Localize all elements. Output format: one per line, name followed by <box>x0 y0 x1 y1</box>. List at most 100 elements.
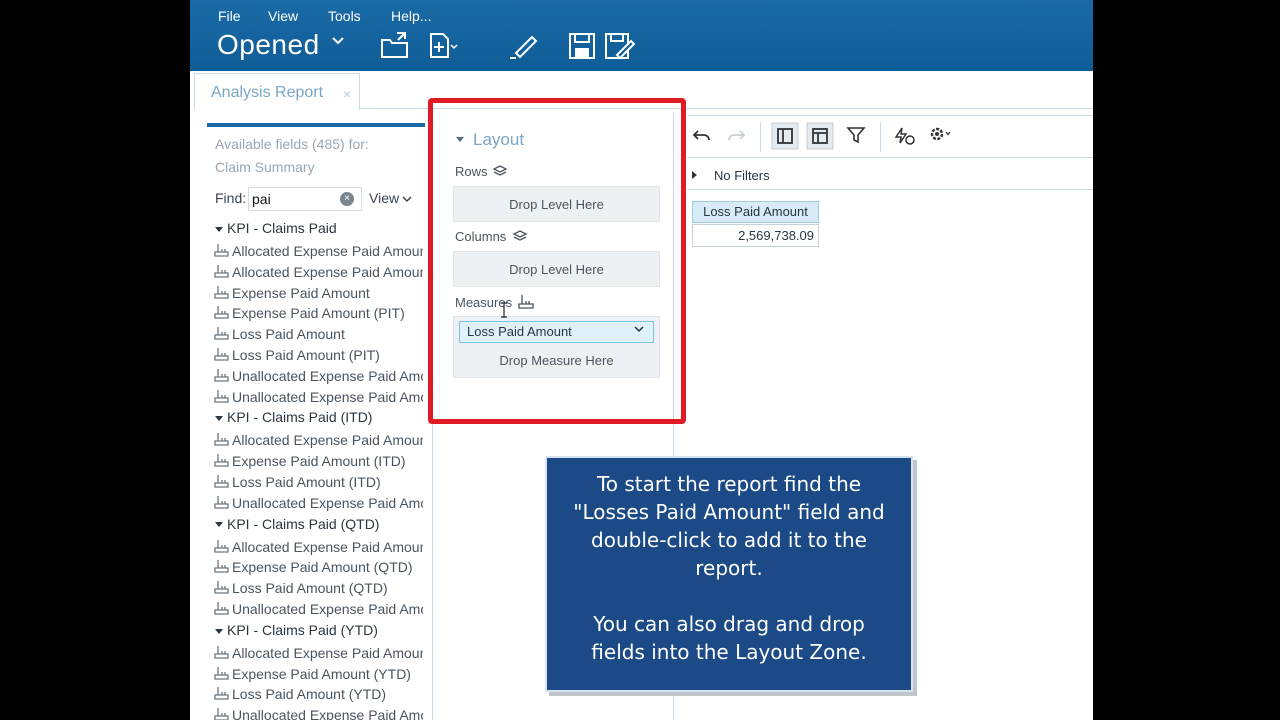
field-item[interactable]: Expense Paid Amount <box>213 285 423 301</box>
callout-line: double-click to add it to the <box>591 528 867 552</box>
field-item-label: Allocated Expense Paid Amount (PIT) <box>232 263 423 280</box>
menu-file[interactable]: File <box>218 8 241 24</box>
field-group-header[interactable]: KPI - Claims Paid (YTD) <box>215 622 378 638</box>
field-item-label: Unallocated Expense Paid Amount <box>232 367 423 384</box>
table-icon[interactable] <box>806 122 834 150</box>
field-item[interactable]: Loss Paid Amount <box>213 326 423 342</box>
undo-icon[interactable] <box>692 125 712 145</box>
chevron-down-icon[interactable] <box>402 196 412 203</box>
expand-filters-icon[interactable] <box>692 171 697 179</box>
field-item-label: Allocated Expense Paid Amount <box>232 243 423 259</box>
callout-line: "Losses Paid Amount" field and <box>573 500 885 524</box>
new-file-icon[interactable] <box>428 31 460 61</box>
chevron-down-icon[interactable] <box>331 36 345 46</box>
filters-divider <box>687 189 1093 190</box>
field-item[interactable]: Allocated Expense Paid Amount (QTD) <box>213 539 423 555</box>
field-item[interactable]: Unallocated Expense Paid Amount (QTD) <box>213 601 423 617</box>
collapse-triangle-icon[interactable] <box>215 628 223 634</box>
measure-ruler-icon <box>214 602 229 615</box>
callout-line: report. <box>695 556 763 580</box>
field-group-header[interactable]: KPI - Claims Paid <box>215 220 337 236</box>
gear-icon[interactable] <box>928 125 954 145</box>
field-item[interactable]: Expense Paid Amount (ITD) <box>213 453 423 469</box>
redo-icon[interactable] <box>726 125 746 145</box>
field-item[interactable]: Unallocated Expense Paid Amount <box>213 368 423 384</box>
layout-toggle-icon[interactable] <box>771 122 799 150</box>
report-column-header[interactable]: Loss Paid Amount <box>692 201 819 223</box>
field-item-label: Allocated Expense Paid Amount (YTD) <box>232 644 423 661</box>
available-fields-title: Available fields (485) for: <box>215 136 369 152</box>
find-label: Find: <box>215 190 247 206</box>
clear-search-icon[interactable]: × <box>340 192 354 206</box>
field-item-label: Loss Paid Amount <box>232 326 345 343</box>
save-icon[interactable] <box>567 31 599 61</box>
field-item[interactable]: Loss Paid Amount (QTD) <box>213 580 423 596</box>
field-item[interactable]: Expense Paid Amount (QTD) <box>213 559 423 575</box>
field-item-label: Loss Paid Amount (YTD) <box>232 686 387 703</box>
collapse-triangle-icon[interactable] <box>215 226 223 232</box>
field-group-header[interactable]: KPI - Claims Paid (ITD) <box>215 409 372 425</box>
close-icon[interactable]: × <box>343 86 351 102</box>
field-item[interactable]: Loss Paid Amount (YTD) <box>213 686 423 702</box>
measure-ruler-icon <box>214 368 229 382</box>
field-item[interactable]: Allocated Expense Paid Amount (YTD) <box>213 645 423 661</box>
refresh-settings-icon[interactable] <box>892 125 916 147</box>
toolbar-separator <box>880 122 881 152</box>
report-top-line <box>687 108 1093 109</box>
measure-ruler-icon <box>214 389 229 403</box>
measure-ruler-icon <box>214 454 229 467</box>
callout-gap <box>547 582 911 610</box>
field-item-label: Expense Paid Amount (ITD) <box>232 453 406 470</box>
field-item[interactable]: Allocated Expense Paid Amount (ITD) <box>213 432 423 448</box>
field-item-label: Unallocated Expense Paid Amount (YTD) <box>232 707 423 720</box>
measure-ruler-icon <box>214 306 229 320</box>
menu-view[interactable]: View <box>268 8 298 24</box>
field-item-label: Allocated Expense Paid Amount (QTD) <box>232 538 423 555</box>
collapse-triangle-icon[interactable] <box>215 416 223 422</box>
measure-ruler-icon <box>214 475 229 488</box>
field-source-name: Claim Summary <box>215 159 315 175</box>
callout-line: To start the report find the <box>596 472 862 496</box>
field-group-label: KPI - Claims Paid <box>227 220 337 236</box>
field-item[interactable]: Unallocated Expense Paid Amount (ITD) <box>213 495 423 511</box>
measure-ruler-icon <box>214 348 229 361</box>
layout-highlight-box <box>428 98 686 424</box>
measure-ruler-icon <box>214 327 229 340</box>
menu-tools[interactable]: Tools <box>328 8 361 24</box>
save-as-icon[interactable] <box>603 31 635 61</box>
field-item[interactable]: Unallocated Expense Paid Amount (YTD) <box>213 707 423 720</box>
filter-icon[interactable] <box>846 125 866 145</box>
report-value-cell[interactable]: 2,569,738.09 <box>692 224 819 247</box>
field-item[interactable]: Allocated Expense Paid Amount <box>213 243 423 259</box>
field-item[interactable]: Expense Paid Amount (YTD) <box>213 666 423 682</box>
tab-analysis-report[interactable]: Analysis Report × <box>194 73 360 110</box>
field-item-label: Loss Paid Amount (QTD) <box>232 580 388 597</box>
filters-label[interactable]: No Filters <box>714 168 770 183</box>
measure-ruler-icon <box>214 433 229 447</box>
toolbar-separator <box>760 122 761 152</box>
measure-ruler-icon <box>214 264 229 278</box>
measure-ruler-icon <box>214 539 229 553</box>
measure-ruler-icon <box>214 708 229 720</box>
menu-help[interactable]: Help... <box>391 8 431 24</box>
measure-ruler-icon <box>214 645 229 659</box>
view-dropdown[interactable]: View <box>369 190 399 206</box>
field-item[interactable]: Unallocated Expense Paid Amount (PIT) <box>213 389 423 405</box>
opened-dropdown-label[interactable]: Opened <box>217 29 320 61</box>
app-window: File View Tools Help... Opened Analysis … <box>190 0 1093 720</box>
field-item[interactable]: Loss Paid Amount (ITD) <box>213 474 423 490</box>
field-group-label: KPI - Claims Paid (ITD) <box>227 409 373 426</box>
tab-label: Analysis Report <box>211 84 324 101</box>
collapse-triangle-icon[interactable] <box>215 522 223 528</box>
open-folder-icon[interactable] <box>379 31 411 61</box>
field-group-header[interactable]: KPI - Claims Paid (QTD) <box>215 516 379 532</box>
edit-pencil-icon[interactable] <box>508 31 540 61</box>
field-item-label: Unallocated Expense Paid Amount (QTD) <box>232 601 423 617</box>
field-item[interactable]: Expense Paid Amount (PIT) <box>213 305 423 321</box>
field-item-label: Loss Paid Amount (PIT) <box>232 347 380 363</box>
callout-line: You can also drag and drop <box>593 612 865 636</box>
field-item[interactable]: Allocated Expense Paid Amount (PIT) <box>213 264 423 280</box>
measure-ruler-icon <box>214 581 229 594</box>
report-toolbar <box>687 115 1093 158</box>
field-item[interactable]: Loss Paid Amount (PIT) <box>213 347 423 363</box>
